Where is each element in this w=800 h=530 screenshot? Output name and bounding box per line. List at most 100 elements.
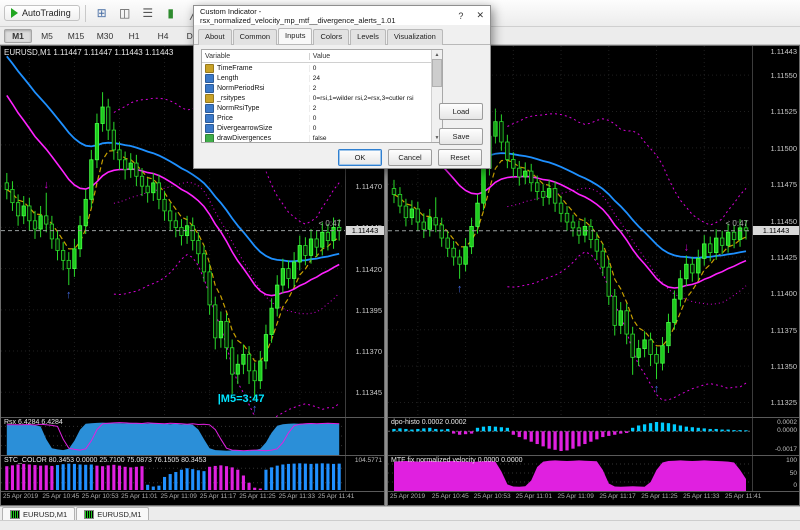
parameter-value[interactable]: 0	[308, 114, 442, 122]
m5-countdown-label: |M5=3:47	[217, 393, 265, 406]
time-axis-label: 25 Apr 10:53	[81, 493, 119, 501]
input-type-icon	[205, 93, 214, 103]
parameter-name-cell: Price	[202, 113, 309, 123]
timeframe-button-m1[interactable]: M1	[4, 28, 32, 43]
parameter-row[interactable]: drawDivergences false	[202, 133, 442, 142]
dialog-help-button[interactable]: ?	[451, 6, 470, 25]
latest-price-label: 1.11443	[770, 47, 797, 56]
price-axis-label: 1.11475	[770, 180, 797, 190]
parameter-row[interactable]: NormRsiType 2	[202, 103, 442, 113]
dialog-tab-colors[interactable]: Colors	[313, 29, 350, 45]
parameter-row[interactable]: DivergearrowSize 0	[202, 123, 442, 133]
chart-tab-bar: EURUSD,M1 EURUSD,M1	[0, 506, 800, 520]
load-button[interactable]: Load	[439, 103, 483, 120]
parameter-row[interactable]: Price 0	[202, 113, 442, 123]
time-axis-left[interactable]: 25 Apr 2019 25 Apr 10:45 25 Apr 10:53 25 Ap…	[1, 491, 384, 505]
save-button[interactable]: Save	[439, 128, 483, 145]
dialog-tab-visualization[interactable]: Visualization	[386, 29, 443, 45]
parameter-value[interactable]: 24	[308, 74, 442, 82]
indicator-label-velocity: MTF fix normalized velocity 0.0000 0.000…	[391, 457, 523, 465]
parameter-row[interactable]: TimeFrame 0	[202, 63, 442, 73]
dialog-title-bar[interactable]: Custom Indicator - rsx_normalized_veloci…	[194, 6, 490, 25]
parameter-value[interactable]: 0=rsi,1=wilder rsi,2=rsx,3=cutler rsi	[308, 94, 442, 102]
parameter-value[interactable]: 2	[308, 84, 442, 92]
price-axis-right[interactable]: 1.11550 1.11525 1.11500 1.11475 1.11450 1.114…	[752, 46, 799, 418]
dialog-footer: OK Cancel Reset	[194, 146, 490, 168]
time-axis-label: 25 Apr 10:53	[473, 493, 511, 501]
time-axis-label: 25 Apr 10:45	[42, 493, 80, 501]
parameter-row[interactable]: Length 24	[202, 73, 442, 83]
custom-indicator-dialog: Custom Indicator - rsx_normalized_veloci…	[193, 5, 491, 169]
bar-countdown-label: < 0:47	[725, 218, 748, 228]
price-axis-label: 1.11550	[770, 71, 797, 81]
timeframe-button-m30[interactable]: M30	[91, 29, 119, 43]
status-bar	[0, 520, 800, 530]
chart-ohlc-label: EURUSD,M1 1.11447 1.11447 1.11443 1.1144…	[4, 48, 174, 57]
time-axis-label: 25 Apr 11:17	[199, 493, 237, 501]
reset-button[interactable]: Reset	[438, 148, 482, 166]
timeframe-button-m5[interactable]: M5	[33, 29, 61, 43]
mini-chart-icon	[10, 509, 20, 519]
input-type-icon	[205, 113, 214, 123]
indicator-panel-dpo[interactable]: dpo-histo 0.0002 0.0002	[388, 418, 752, 455]
candlestick-chart-icon[interactable]: ▮	[160, 2, 182, 24]
parameter-name-cell: drawDivergences	[202, 133, 309, 142]
down-arrow-icon: ↓	[44, 179, 50, 191]
parameter-name-cell: Length	[202, 73, 309, 83]
price-axis-label: 1.11500	[770, 143, 797, 153]
parameter-name: drawDivergences	[217, 134, 272, 142]
scrollbar-thumb[interactable]	[432, 59, 442, 87]
autotrading-button[interactable]: AutoTrading	[4, 5, 80, 21]
indicator-axis-velocity: 100 50 0	[752, 456, 799, 492]
parameter-value[interactable]: false	[308, 134, 442, 142]
price-axis-label: 1.11350	[770, 362, 797, 372]
cancel-button[interactable]: Cancel	[388, 148, 432, 166]
time-axis-label: 25 Apr 11:33	[278, 493, 316, 501]
price-axis-label: 1.11400	[770, 289, 797, 299]
parameter-value[interactable]: 0	[308, 64, 442, 72]
input-type-icon	[205, 103, 214, 113]
indicator-panel-velocity[interactable]: MTF fix normalized velocity 0.0000 0.000…	[388, 456, 752, 492]
column-header-variable[interactable]: Variable	[202, 52, 310, 60]
indicator-panel-stc[interactable]: STC_COLOR 80.3453 0.0000 25.7100 75.0873…	[1, 456, 345, 491]
inputs-table[interactable]: Variable Value TimeFrame 0 Length 24 NormPer…	[201, 49, 443, 143]
time-axis-label: 25 Apr 11:09	[557, 493, 594, 501]
parameter-row[interactable]: NormPeriodRsi 2	[202, 83, 442, 93]
parameter-name-cell: TimeFrame	[202, 63, 309, 73]
chart-tab-1[interactable]: EURUSD,M1	[76, 507, 150, 520]
dialog-close-button[interactable]: ✕	[471, 6, 490, 25]
column-header-value[interactable]: Value	[310, 53, 442, 60]
timeframe-button-h4[interactable]: H4	[149, 29, 177, 43]
indicator-panel-rsx[interactable]: Rsx 6.4284 6.4284	[1, 418, 345, 456]
indicator-axis-label: 0	[793, 482, 797, 490]
toolbar-separator	[84, 4, 86, 22]
input-type-icon	[205, 83, 214, 93]
dialog-tab-inputs[interactable]: Inputs	[278, 28, 313, 44]
dialog-tab-common[interactable]: Common	[232, 29, 278, 45]
time-axis-right[interactable]: 25 Apr 2019 25 Apr 10:45 25 Apr 10:53 25 Ap…	[388, 491, 799, 505]
current-price-badge: 1.11443	[753, 225, 799, 235]
new-order-icon[interactable]: ⊞	[91, 2, 113, 24]
parameter-value[interactable]: 0	[308, 124, 442, 132]
dialog-tab-about[interactable]: About	[198, 29, 232, 45]
mt4-window: AutoTrading ⊞◫☰▮╱⊕⊖▦ƒ▤ M1M5M15M30H1H4D1W…	[0, 0, 800, 530]
price-axis-label: 1.11525	[770, 107, 797, 117]
indicator-axis-label: 0.0000	[777, 427, 797, 435]
chart-tab-0[interactable]: EURUSD,M1	[2, 507, 76, 520]
time-axis-label: 25 Apr 11:01	[515, 493, 553, 501]
timeframe-button-h1[interactable]: H1	[120, 29, 148, 43]
parameter-row[interactable]: _rsitypes 0=rsi,1=wilder rsi,2=rsx,3=cutl…	[202, 93, 442, 103]
timeframe-button-m15[interactable]: M15	[62, 29, 90, 43]
scroll-up-icon[interactable]: ▲	[435, 50, 440, 59]
ok-button[interactable]: OK	[338, 148, 382, 166]
bar-chart-icon[interactable]: ☰	[137, 2, 159, 24]
parameter-name-cell: DivergearrowSize	[202, 123, 309, 133]
parameter-value[interactable]: 2	[308, 104, 442, 112]
indicator-axis-label: 100	[786, 457, 797, 465]
indicator-label-stc: STC_COLOR 80.3453 0.0000 25.7100 75.0873…	[4, 457, 207, 465]
charts-grid-icon[interactable]: ◫	[114, 2, 136, 24]
dialog-tab-levels[interactable]: Levels	[350, 29, 386, 45]
indicator-axis-label: 50	[789, 469, 797, 477]
parameter-name: _rsitypes	[217, 94, 246, 102]
time-axis-label: 25 Apr 11:01	[121, 493, 158, 501]
